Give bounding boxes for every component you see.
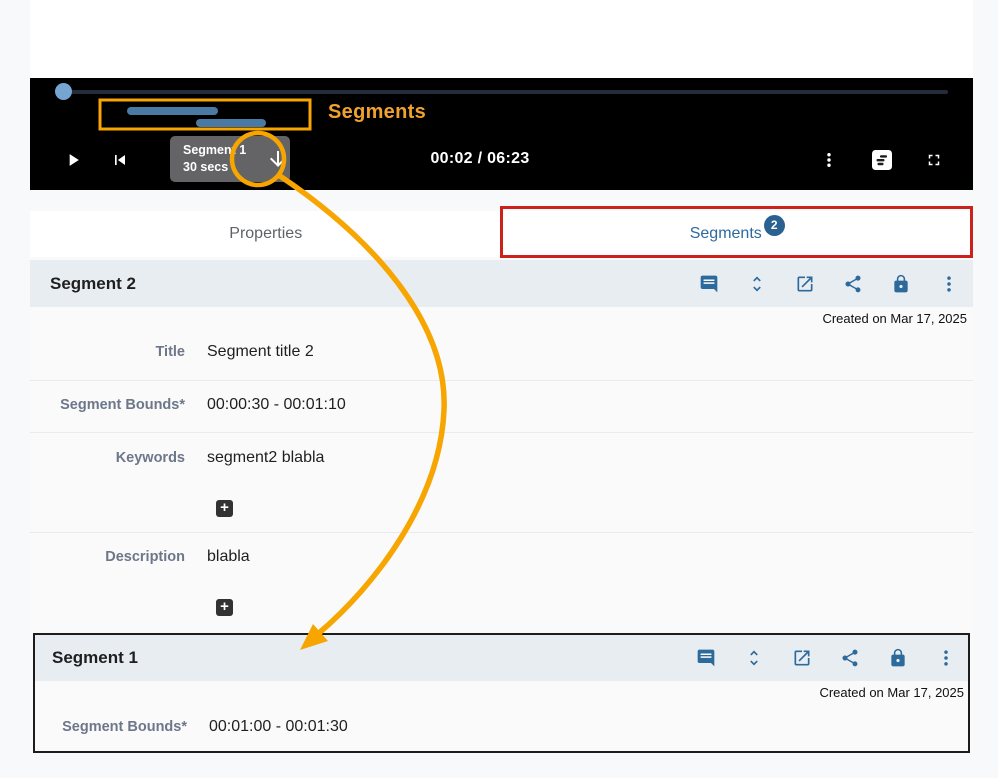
field-label-segment-bounds: Segment Bounds* (35, 719, 187, 735)
tab-segments[interactable]: Segments 2 (502, 211, 974, 257)
segment1-created-on: Created on Mar 17, 2025 (819, 685, 964, 700)
divider (30, 380, 973, 381)
add-description-button[interactable]: + (216, 599, 233, 616)
segment-tooltip-text: Segment 1 30 secs (183, 142, 246, 176)
divider (30, 532, 973, 533)
skip-previous-icon (110, 150, 130, 170)
timeline-segment-bar-2[interactable] (196, 119, 266, 127)
segment-tooltip-title: Segment 1 (183, 142, 246, 159)
subtitles-icon (871, 149, 893, 171)
timeline-segment-bar-1[interactable] (127, 107, 218, 115)
lock-icon[interactable] (891, 274, 911, 294)
segment2-created-on: Created on Mar 17, 2025 (822, 311, 967, 326)
field-label-title: Title (30, 344, 185, 360)
segment1-header: Segment 1 (35, 635, 968, 681)
tab-properties-label: Properties (229, 225, 302, 243)
arrow-down-icon (266, 158, 290, 175)
time-display: 00:02 / 06:23 (410, 150, 550, 168)
segment1-actions (696, 635, 956, 681)
lock-icon[interactable] (888, 648, 908, 668)
scroll-to-segment-button[interactable] (266, 147, 290, 171)
segment-tooltip: Segment 1 30 secs (170, 136, 290, 182)
unfold-more-icon[interactable] (747, 274, 767, 294)
progress-track[interactable] (62, 90, 948, 94)
field-label-description: Description (30, 549, 185, 565)
field-value-title[interactable]: Segment title 2 (207, 343, 314, 361)
content-column: Segments Segment 1 30 secs 00:02 / 06:23 (30, 0, 973, 778)
segment1-title: Segment 1 (52, 635, 138, 681)
share-icon[interactable] (840, 648, 860, 668)
tab-segments-label: Segments (690, 225, 762, 243)
play-button[interactable] (63, 150, 83, 170)
unfold-more-icon[interactable] (744, 648, 764, 668)
skip-previous-button[interactable] (110, 150, 130, 170)
segments-count-badge: 2 (764, 215, 785, 236)
add-keyword-button[interactable]: + (216, 500, 233, 517)
page: Segments Segment 1 30 secs 00:02 / 06:23 (0, 0, 998, 778)
play-icon (63, 150, 83, 170)
field-label-segment-bounds: Segment Bounds* (30, 397, 185, 413)
field-value-segment-bounds[interactable]: 00:00:30 - 00:01:10 (207, 396, 346, 414)
open-in-new-icon[interactable] (792, 648, 812, 668)
divider (30, 432, 973, 433)
segment2-title: Segment 2 (50, 260, 136, 307)
player-more-options-button[interactable] (820, 151, 838, 169)
fullscreen-button[interactable] (925, 151, 943, 169)
more-vertical-icon (820, 151, 838, 169)
share-icon[interactable] (843, 274, 863, 294)
video-frame[interactable] (30, 0, 973, 78)
subtitles-button[interactable] (871, 149, 893, 171)
segment2-actions (699, 260, 959, 307)
field-label-keywords: Keywords (30, 450, 185, 466)
field-value-description[interactable]: blabla (207, 548, 250, 566)
playhead-knob[interactable] (55, 83, 72, 100)
tab-properties[interactable]: Properties (30, 211, 502, 257)
segment2-header: Segment 2 (30, 260, 973, 307)
segments-overlay-title: Segments (328, 101, 426, 124)
open-in-new-icon[interactable] (795, 274, 815, 294)
more-vertical-icon[interactable] (939, 274, 959, 294)
comment-icon[interactable] (696, 648, 716, 668)
fullscreen-icon (925, 151, 943, 169)
segment-tooltip-duration: 30 secs (183, 159, 246, 176)
field-value-segment-bounds[interactable]: 00:01:00 - 00:01:30 (209, 718, 348, 736)
more-vertical-icon[interactable] (936, 648, 956, 668)
tab-bar: Properties Segments 2 (30, 211, 973, 257)
segment1-card: Segment 1 Created on Mar 17, 2025 Segmen… (33, 633, 970, 753)
field-value-keywords[interactable]: segment2 blabla (207, 449, 324, 467)
comment-icon[interactable] (699, 274, 719, 294)
video-player-controls: Segments Segment 1 30 secs 00:02 / 06:23 (30, 78, 973, 190)
